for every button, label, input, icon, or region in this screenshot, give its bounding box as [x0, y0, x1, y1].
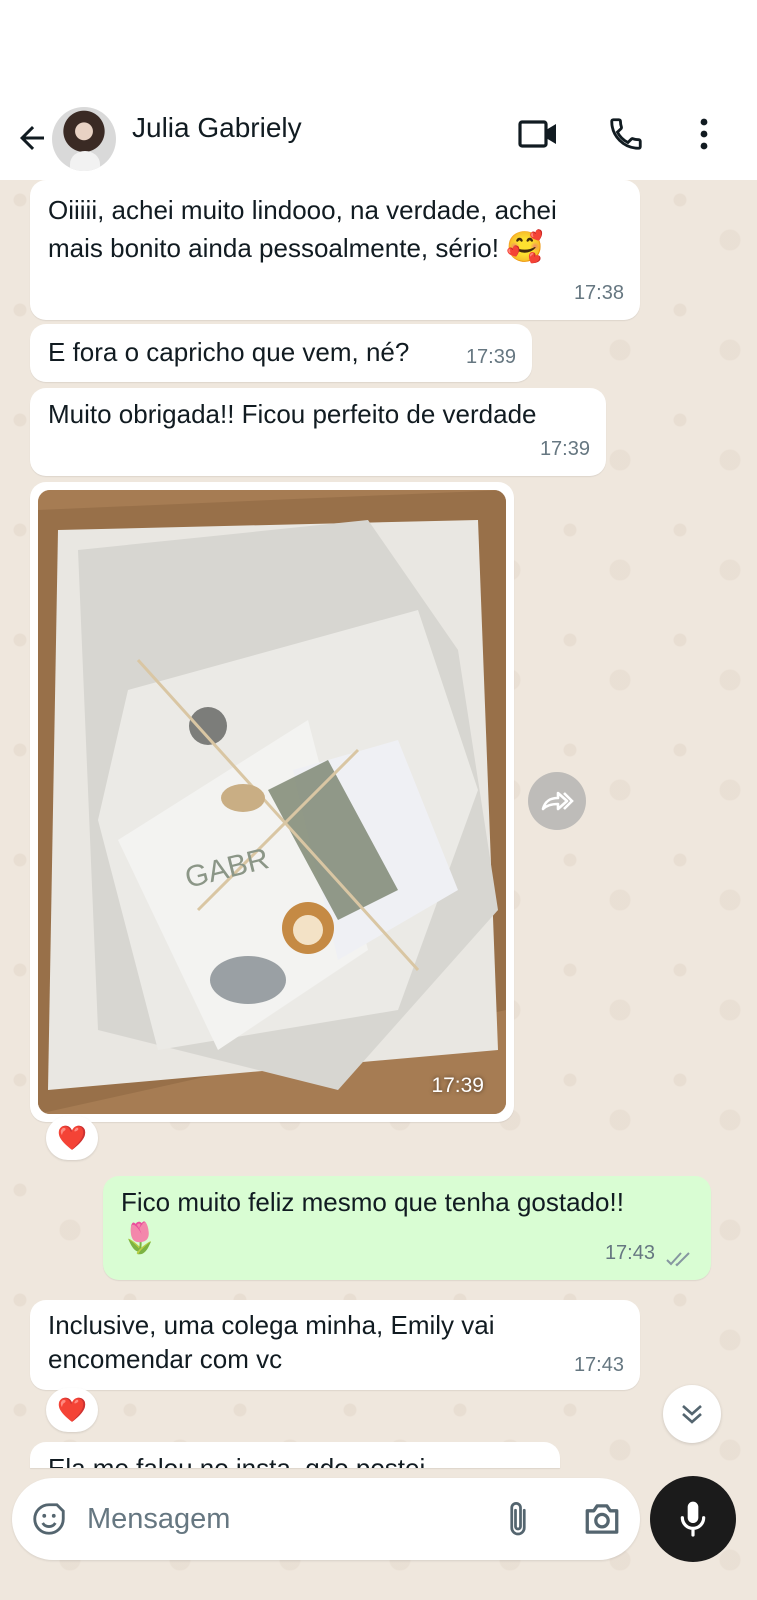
avatar[interactable] [52, 107, 116, 171]
video-camera-icon [518, 120, 556, 148]
message-time: 17:38 [573, 282, 624, 304]
message-bubble-outgoing[interactable]: Fico muito feliz mesmo que tenha gostado… [103, 1176, 711, 1280]
photo-gift-box[interactable]: GABR 17:39 [38, 490, 506, 1114]
reaction-heart[interactable]: ❤️ [46, 1388, 98, 1432]
message-text: Muito obrigada!! Ficou perfeito de verda… [48, 399, 537, 429]
message-text: Ela me falou no insta, qdo postei [48, 1453, 426, 1468]
double-chevron-down-icon [682, 1405, 702, 1424]
paperclip-icon [510, 1502, 526, 1536]
photo-message-bubble[interactable]: GABR 17:39 [30, 482, 514, 1122]
reaction-heart[interactable]: ❤️ [46, 1116, 98, 1160]
heart-emoji: ❤️ [57, 1396, 87, 1424]
double-check-icon [666, 1252, 690, 1267]
message-input[interactable] [87, 1498, 467, 1540]
forward-icon [541, 791, 574, 811]
message-bubble-incoming[interactable]: Muito obrigada!! Ficou perfeito de verda… [30, 388, 606, 476]
phone-icon [610, 118, 642, 150]
scroll-to-bottom-button[interactable] [663, 1385, 721, 1443]
message-bubble-incoming[interactable]: Oiiiii, achei muito lindooo, na verdade,… [30, 180, 640, 320]
message-line: encomendar com vc [48, 1344, 283, 1374]
camera-button[interactable] [580, 1497, 624, 1541]
heart-emoji: ❤️ [57, 1124, 87, 1152]
message-time: 17:43 [573, 1354, 624, 1376]
contact-name[interactable]: Julia Gabriely [132, 112, 302, 144]
message-bubble-incoming[interactable]: E fora o capricho que vem, né? 17:39 [30, 324, 532, 382]
message-text: Oiiiii, achei muito lindooo, na verdade,… [48, 192, 557, 267]
more-options-button[interactable] [682, 112, 726, 156]
camera-icon [585, 1504, 619, 1534]
message-time: 17:39 [465, 346, 516, 368]
tulip-emoji: 🌷 [121, 1222, 159, 1255]
forward-button[interactable] [528, 772, 586, 830]
message-text: Fico muito feliz mesmo que tenha gostado… [121, 1187, 624, 1217]
status-bar [0, 0, 757, 98]
message-line: Inclusive, uma colega minha, Emily vai [48, 1310, 495, 1340]
message-line: mais bonito ainda pessoalmente, sério! [48, 233, 499, 263]
voice-call-button[interactable] [604, 112, 648, 156]
message-line: Oiiiii, achei muito lindooo, na verdade,… [48, 195, 557, 225]
smiling-face-with-hearts-emoji: 🥰 [506, 231, 544, 264]
attach-button[interactable] [496, 1497, 540, 1541]
message-time: 17:39 [539, 438, 590, 460]
sticker-icon [33, 1503, 65, 1535]
sticker-button[interactable] [27, 1497, 71, 1541]
voice-message-button[interactable] [650, 1476, 736, 1562]
gift-box-image: GABR [38, 490, 506, 1114]
photo-time: 17:39 [431, 1074, 484, 1097]
arrow-left-icon [20, 126, 44, 150]
message-bubble-incoming-partial[interactable]: Ela me falou no insta, qdo postei [30, 1442, 560, 1468]
message-bubble-incoming[interactable]: Inclusive, uma colega minha, Emily vai e… [30, 1300, 640, 1390]
message-text: E fora o capricho que vem, né? [48, 337, 410, 367]
more-vertical-icon [700, 118, 708, 150]
chat-header: Julia Gabriely [0, 98, 757, 180]
message-text: Inclusive, uma colega minha, Emily vai e… [48, 1308, 495, 1376]
back-button[interactable] [12, 118, 52, 158]
message-composer [12, 1478, 640, 1560]
microphone-icon [680, 1501, 706, 1537]
message-time: 17:43 [604, 1242, 655, 1264]
video-call-button[interactable] [516, 112, 560, 156]
